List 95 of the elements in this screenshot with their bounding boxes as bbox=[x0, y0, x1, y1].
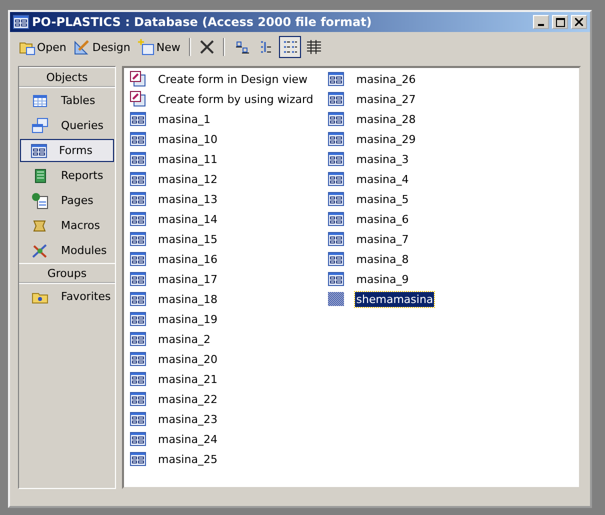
object-type-item[interactable]: Macros bbox=[20, 214, 114, 237]
form-icon bbox=[328, 232, 344, 246]
list-item[interactable]: masina_9 bbox=[355, 272, 410, 286]
list-item[interactable]: masina_23 bbox=[157, 412, 218, 426]
form-icon bbox=[328, 252, 344, 266]
list-item[interactable]: shemamasina bbox=[355, 292, 434, 306]
list-item[interactable]: masina_25 bbox=[157, 452, 218, 466]
list-item[interactable]: masina_12 bbox=[157, 172, 218, 186]
form-icon bbox=[328, 92, 344, 106]
form-icon bbox=[13, 15, 29, 29]
form-icon bbox=[31, 144, 47, 158]
list-item[interactable]: masina_19 bbox=[157, 312, 218, 326]
list-item[interactable]: masina_16 bbox=[157, 252, 218, 266]
list-item[interactable]: masina_8 bbox=[355, 252, 410, 266]
form-icon bbox=[130, 412, 146, 426]
form-icon bbox=[130, 132, 146, 146]
design-button[interactable]: Design bbox=[71, 36, 134, 58]
ruler-pencil-icon bbox=[74, 39, 90, 55]
form-shortcut-icon bbox=[130, 91, 146, 107]
open-button[interactable]: Open bbox=[16, 36, 70, 58]
list-item[interactable]: Create form by using wizard bbox=[157, 92, 314, 106]
object-type-item[interactable]: Modules bbox=[20, 239, 114, 262]
object-type-item[interactable]: Favorites bbox=[20, 285, 114, 308]
form-icon bbox=[130, 392, 146, 406]
form-icon bbox=[130, 452, 146, 466]
form-icon bbox=[328, 112, 344, 126]
module-icon bbox=[31, 242, 49, 260]
close-icon bbox=[575, 18, 583, 26]
list-item[interactable]: Create form in Design view bbox=[157, 72, 309, 86]
form-icon bbox=[130, 192, 146, 206]
details-view-icon bbox=[306, 39, 322, 55]
list-view-icon bbox=[282, 39, 298, 55]
list-item[interactable]: masina_26 bbox=[355, 72, 417, 86]
form-icon bbox=[328, 132, 344, 146]
list-item[interactable]: masina_6 bbox=[355, 212, 410, 226]
section-header[interactable]: Objects bbox=[19, 67, 115, 88]
close-button[interactable] bbox=[571, 15, 587, 29]
list-item[interactable]: masina_28 bbox=[355, 112, 417, 126]
page-icon bbox=[31, 192, 49, 210]
list-item[interactable]: masina_29 bbox=[355, 132, 417, 146]
list-item[interactable]: masina_2 bbox=[157, 332, 212, 346]
list-item[interactable]: masina_11 bbox=[157, 152, 218, 166]
list-item[interactable]: masina_4 bbox=[355, 172, 410, 186]
object-type-item[interactable]: Pages bbox=[20, 189, 114, 212]
list-item[interactable]: masina_21 bbox=[157, 372, 218, 386]
list-item[interactable]: masina_27 bbox=[355, 92, 417, 106]
form-icon bbox=[130, 332, 146, 346]
form-icon bbox=[130, 232, 146, 246]
list-item[interactable]: masina_15 bbox=[157, 232, 218, 246]
form-icon bbox=[328, 272, 344, 286]
list-item[interactable]: masina_18 bbox=[157, 292, 218, 306]
new-form-icon bbox=[138, 39, 154, 55]
query-icon bbox=[31, 116, 49, 134]
new-button[interactable]: New bbox=[135, 36, 184, 58]
object-type-item[interactable]: Reports bbox=[20, 164, 114, 187]
form-icon bbox=[130, 352, 146, 366]
section-header[interactable]: Groups bbox=[19, 263, 115, 284]
list-item[interactable]: masina_20 bbox=[157, 352, 218, 366]
checkered-form-icon bbox=[328, 292, 344, 306]
form-icon bbox=[130, 272, 146, 286]
list-item[interactable]: masina_5 bbox=[355, 192, 410, 206]
maximize-icon bbox=[556, 18, 564, 26]
form-icon bbox=[130, 292, 146, 306]
form-icon bbox=[130, 112, 146, 126]
list-item[interactable]: masina_17 bbox=[157, 272, 218, 286]
list-item[interactable]: masina_10 bbox=[157, 132, 218, 146]
large-icons-icon bbox=[234, 39, 250, 55]
form-icon bbox=[328, 212, 344, 226]
form-icon bbox=[130, 152, 146, 166]
view-button[interactable] bbox=[279, 36, 302, 58]
form-icon bbox=[328, 172, 344, 186]
list-item[interactable]: masina_1 bbox=[157, 112, 212, 126]
object-type-item[interactable]: Forms bbox=[20, 139, 114, 162]
list-item[interactable]: masina_3 bbox=[355, 152, 410, 166]
form-icon bbox=[130, 312, 146, 326]
form-icon bbox=[130, 372, 146, 386]
form-icon bbox=[328, 72, 344, 86]
form-icon bbox=[328, 152, 344, 166]
list-item[interactable]: masina_14 bbox=[157, 212, 218, 226]
maximize-button[interactable] bbox=[552, 15, 568, 29]
object-type-item[interactable]: Queries bbox=[20, 114, 114, 137]
form-icon bbox=[130, 212, 146, 226]
form-icon bbox=[130, 252, 146, 266]
minimize-button[interactable] bbox=[533, 15, 549, 29]
list-item[interactable]: masina_7 bbox=[355, 232, 410, 246]
list-item[interactable]: masina_24 bbox=[157, 432, 218, 446]
list-item[interactable]: masina_22 bbox=[157, 392, 218, 406]
object-type-item[interactable]: Tables bbox=[20, 89, 114, 112]
window-title: PO-PLASTICS : Database (Access 2000 file format) bbox=[32, 15, 373, 29]
form-shortcut-icon bbox=[130, 71, 146, 87]
close-icon bbox=[200, 40, 214, 54]
form-icon bbox=[130, 432, 146, 446]
form-icon bbox=[328, 192, 344, 206]
list-item[interactable]: masina_13 bbox=[157, 192, 218, 206]
form-icon bbox=[130, 172, 146, 186]
